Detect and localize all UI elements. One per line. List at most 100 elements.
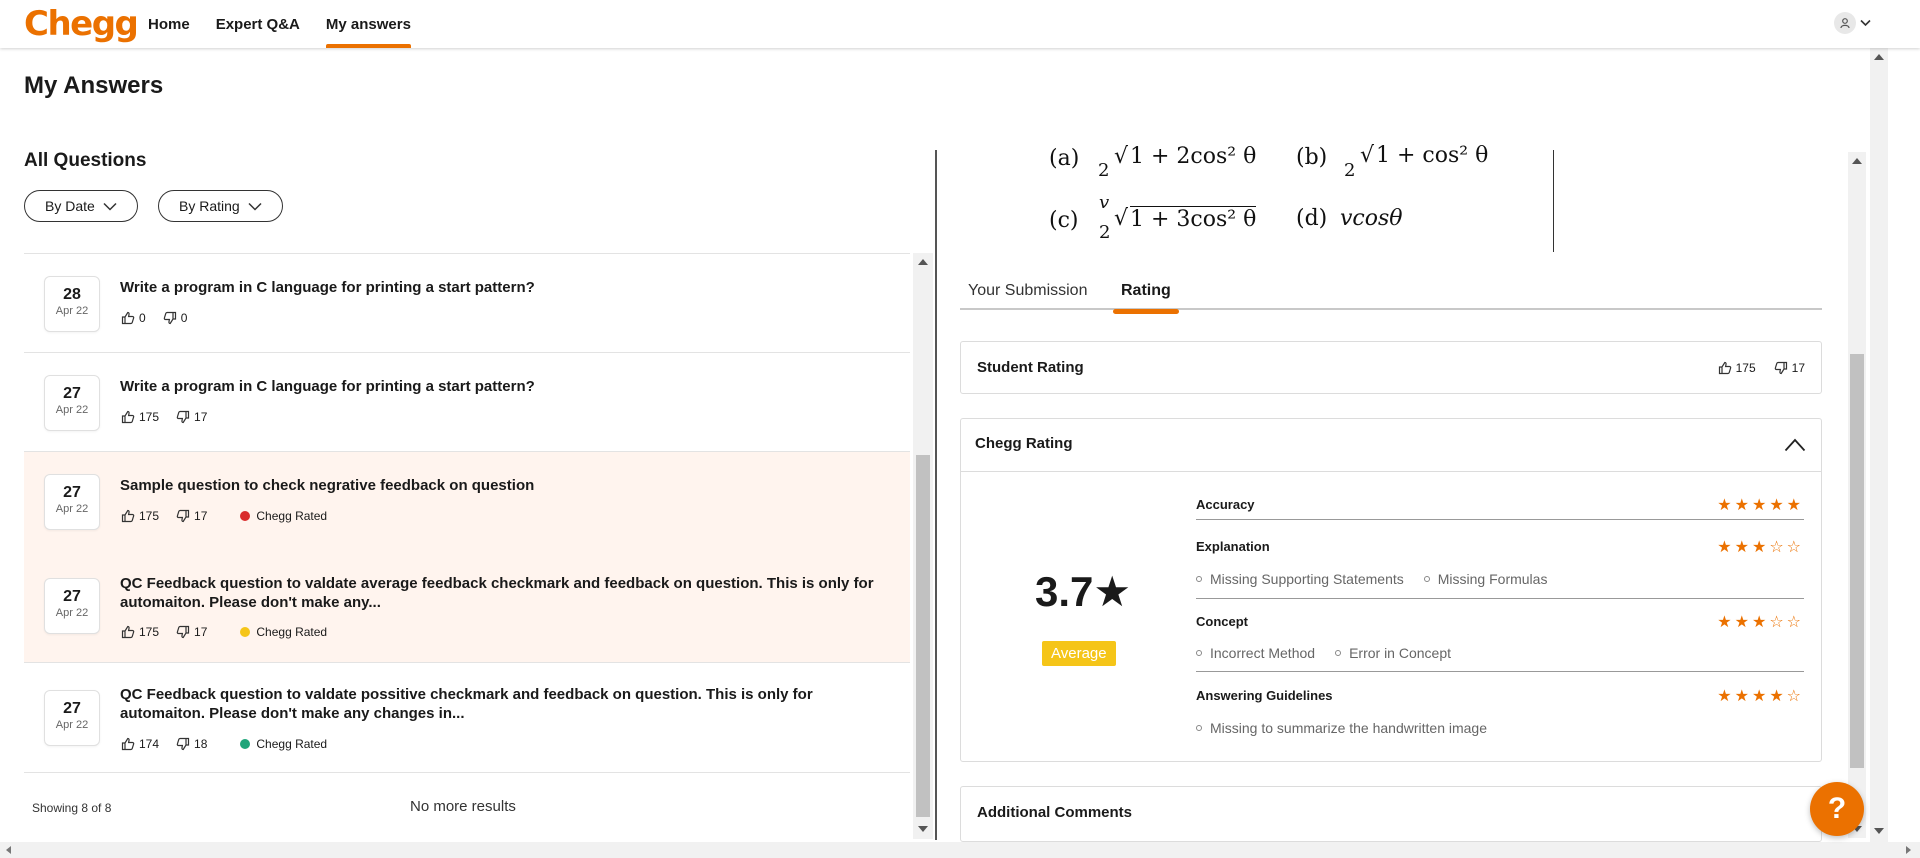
page-scrollbar-area	[1870, 48, 1920, 842]
question-row[interactable]: 27 Apr 22 QC Feedback question to valdat…	[24, 550, 910, 662]
question-title[interactable]: Write a program in C language for printi…	[120, 278, 880, 297]
scrollbar-thumb[interactable]	[916, 455, 930, 817]
question-title[interactable]: Sample question to check negrative feedb…	[120, 476, 880, 495]
likes-value: 174	[139, 737, 160, 751]
chevron-down-icon	[248, 202, 262, 211]
user-menu[interactable]	[1834, 12, 1871, 34]
date-day: 27	[63, 588, 81, 605]
question-row[interactable]: 27 Apr 22 Write a program in C language …	[24, 352, 910, 451]
tab-rating[interactable]: Rating	[1113, 282, 1179, 314]
help-button[interactable]: ?	[1810, 782, 1864, 836]
formula-c-denominator: 2	[1099, 222, 1111, 243]
feedback-tags: Missing to summarize the handwritten ima…	[1196, 720, 1487, 736]
scrollbar-thumb[interactable]	[1850, 354, 1864, 768]
chevron-up-icon[interactable]	[1784, 438, 1806, 452]
question-row[interactable]: 27 Apr 22 Sample question to check negra…	[24, 451, 910, 550]
criterion-name: Accuracy	[1196, 497, 1255, 512]
formula-d-expression: vcosθ	[1340, 206, 1403, 231]
star-icon: ★	[1769, 686, 1787, 705]
chevron-down-icon	[1860, 14, 1871, 32]
thumbs-down-icon	[176, 509, 190, 523]
student-rating-label: Student Rating	[977, 359, 1084, 376]
scroll-left-arrow-icon[interactable]	[6, 846, 11, 854]
scroll-right-arrow-icon[interactable]	[1906, 846, 1911, 854]
star-empty-icon: ☆	[1786, 537, 1804, 556]
bullet-icon	[1196, 576, 1202, 582]
chegg-rated-label: Chegg Rated	[256, 509, 328, 523]
list-footer: Showing 8 of 8 No more results	[24, 772, 910, 816]
bullet-icon	[1335, 650, 1342, 656]
chegg-rated-badge: Chegg Rated	[240, 509, 327, 523]
scroll-down-arrow-icon[interactable]	[1874, 828, 1884, 834]
star-icon: ★	[1734, 537, 1752, 556]
question-formula-image: (a) 2 √ 1 + 2cos² θ (b) 2 √ 1 + cos² θ (…	[1020, 142, 1560, 252]
answer-tabs: Your Submission Rating	[960, 280, 1822, 314]
formula-b-denominator: 2	[1344, 160, 1356, 181]
scroll-up-arrow-icon[interactable]	[918, 259, 928, 265]
question-title[interactable]: QC Feedback question to valdate possitiv…	[120, 685, 880, 723]
question-meta: 175 17 Chegg Rated	[121, 509, 327, 523]
date-month: Apr 22	[55, 305, 89, 317]
page-scrollbar[interactable]	[1870, 48, 1888, 842]
thumbs-down-count: 17	[1774, 361, 1805, 375]
chegg-rating-header[interactable]: Chegg Rating	[961, 419, 1821, 472]
thumbs-down-count: 18	[176, 737, 207, 751]
formula-b-sqrt-icon: √	[1360, 143, 1375, 168]
formula-image-edge	[1553, 150, 1554, 252]
scroll-up-arrow-icon[interactable]	[1852, 158, 1862, 164]
by-date-label: By Date	[45, 198, 95, 214]
page-title: My Answers	[24, 72, 164, 99]
questions-list: 28 Apr 22 Write a program in C language …	[24, 253, 910, 773]
star-icon: ★	[1717, 686, 1735, 705]
horizontal-scrollbar[interactable]	[0, 842, 1920, 858]
by-rating-filter-button[interactable]: By Rating	[158, 190, 283, 222]
scroll-down-arrow-icon[interactable]	[918, 826, 928, 832]
thumbs-down-count: 17	[176, 410, 207, 424]
star-icon: ★	[1751, 537, 1770, 556]
thumbs-up-icon	[121, 410, 135, 424]
nav-my-answers[interactable]: My answers	[325, 0, 411, 48]
score-badge: Average	[1042, 641, 1116, 666]
dislikes-value: 0	[180, 311, 188, 325]
thumbs-down-count: 17	[176, 625, 207, 639]
rating-panel-scrollbar[interactable]	[1848, 152, 1866, 838]
date-month: Apr 22	[55, 607, 89, 619]
question-row[interactable]: 28 Apr 22 Write a program in C language …	[24, 253, 910, 352]
nav-expert-qa[interactable]: Expert Q&A	[216, 0, 300, 48]
feedback-tags: Missing Supporting Statements Missing Fo…	[1196, 571, 1547, 587]
question-title[interactable]: QC Feedback question to valdate average …	[120, 574, 880, 612]
thumbs-up-count: 175	[121, 509, 159, 523]
chevron-down-icon	[103, 202, 117, 211]
question-title[interactable]: Write a program in C language for printi…	[120, 377, 880, 396]
date-box: 27 Apr 22	[44, 474, 100, 530]
by-date-filter-button[interactable]: By Date	[24, 190, 138, 222]
feedback-tag: Missing to summarize the handwritten ima…	[1196, 720, 1487, 736]
question-row[interactable]: 27 Apr 22 QC Feedback question to valdat…	[24, 662, 910, 772]
student-rating-card: Student Rating 175 17	[960, 341, 1822, 394]
thumbs-up-count: 175	[121, 410, 159, 424]
chegg-logo[interactable]: Chegg	[24, 4, 139, 44]
dislikes-value: 17	[194, 625, 208, 639]
feedback-tag: Error in Concept	[1335, 645, 1451, 661]
formula-d-label: (d)	[1296, 206, 1328, 231]
thumbs-down-count: 17	[176, 509, 207, 523]
nav-home[interactable]: Home	[148, 0, 190, 48]
bullet-icon	[1196, 725, 1202, 731]
feedback-tags: Incorrect Method Error in Concept	[1196, 645, 1451, 661]
scroll-up-arrow-icon[interactable]	[1874, 54, 1884, 60]
tab-your-submission[interactable]: Your Submission	[968, 282, 1087, 310]
likes-value: 175	[139, 509, 160, 523]
thumbs-up-count: 175	[121, 625, 159, 639]
positive-rating-dot-icon	[240, 739, 251, 749]
additional-comments-card[interactable]: Additional Comments	[960, 786, 1822, 842]
thumbs-up-icon	[121, 311, 135, 325]
thumbs-down-icon	[176, 737, 190, 751]
chegg-rated-badge: Chegg Rated	[240, 625, 327, 639]
formula-a-sqrt-icon: √	[1114, 144, 1129, 169]
thumbs-down-icon	[1774, 361, 1787, 374]
questions-scrollbar[interactable]	[913, 253, 933, 839]
feedback-tag: Missing Formulas	[1423, 571, 1547, 587]
divider	[1196, 519, 1804, 520]
feedback-tag: Incorrect Method	[1196, 645, 1315, 661]
dislikes-value: 17	[194, 410, 208, 424]
